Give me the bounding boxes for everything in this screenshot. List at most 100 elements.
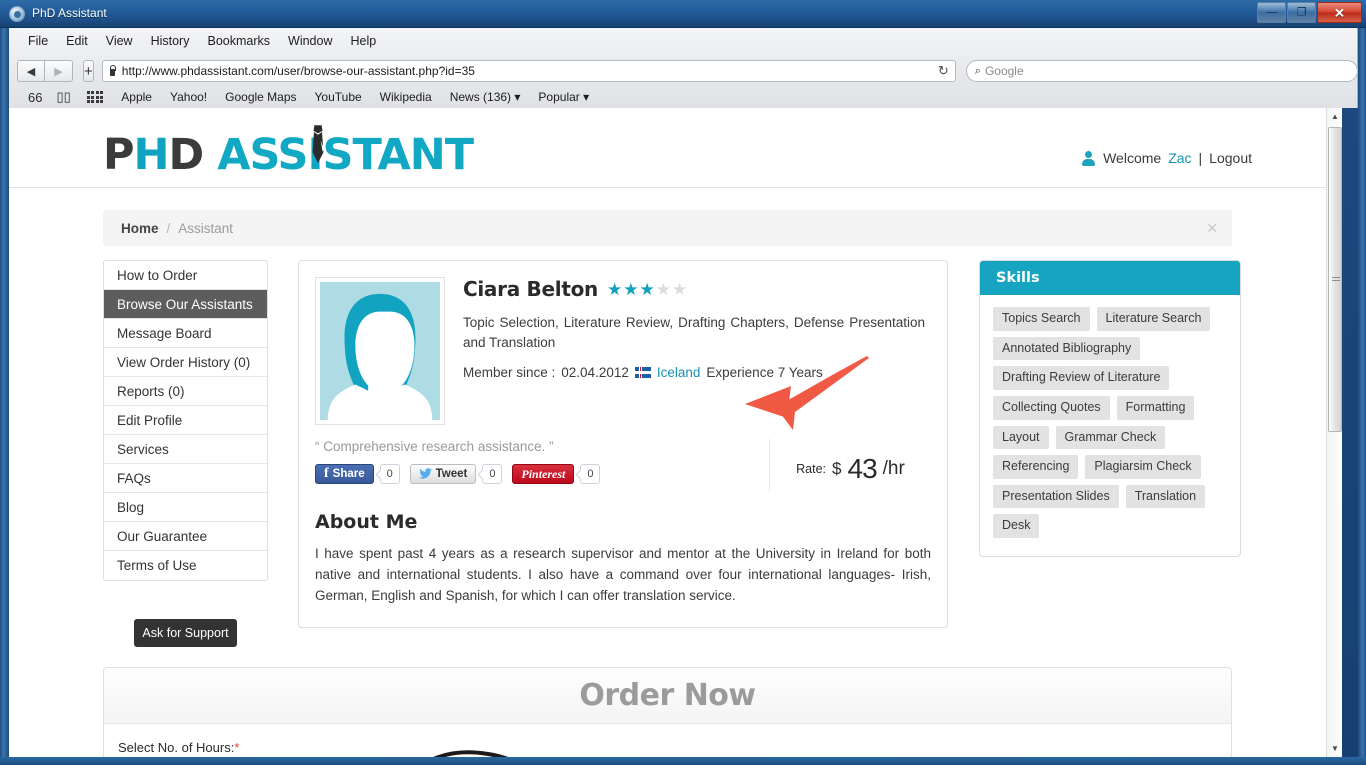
breadcrumb-close-icon[interactable]: ✕ (1206, 221, 1218, 235)
minimize-button[interactable]: — (1257, 2, 1286, 23)
quote-and-social: “ Comprehensive research assistance. ” f… (315, 439, 769, 484)
search-field[interactable]: ⌕ Google (965, 60, 1358, 82)
sidebar-item-services[interactable]: Services (104, 435, 267, 464)
bookmark-google-maps[interactable]: Google Maps (216, 90, 305, 104)
scroll-up-button[interactable]: ▲ (1327, 108, 1342, 125)
sidebar-item-edit-profile[interactable]: Edit Profile (104, 406, 267, 435)
skill-chip[interactable]: Topics Search (993, 307, 1090, 331)
menu-view[interactable]: View (97, 31, 142, 51)
menu-bookmarks[interactable]: Bookmarks (198, 31, 279, 51)
minimize-icon: — (1266, 6, 1277, 18)
forward-button[interactable]: ▶ (45, 60, 73, 82)
window-controls: — ❐ ✕ (1257, 2, 1362, 23)
search-icon: ⌕ (974, 64, 981, 77)
site-logo[interactable]: PHD ASSISTANT (103, 125, 474, 180)
close-window-button[interactable]: ✕ (1317, 2, 1362, 23)
logout-link[interactable]: Logout (1209, 150, 1252, 166)
order-now-box: Order Now Select No. of Hours:* (103, 667, 1232, 757)
facebook-icon: f (324, 466, 329, 481)
maximize-button[interactable]: ❐ (1287, 2, 1316, 23)
username-link[interactable]: Zac (1168, 150, 1191, 166)
book-icon[interactable]: ▯▯ (49, 89, 77, 105)
experience-text: Experience 7 Years (706, 365, 823, 381)
twitter-tweet-count: 0 (482, 464, 503, 484)
sidebar-item-blog[interactable]: Blog (104, 493, 267, 522)
page-scrollbar[interactable]: ▲ ▼ (1326, 108, 1342, 757)
skill-chip[interactable]: Grammar Check (1055, 425, 1166, 450)
bookmark-youtube[interactable]: YouTube (306, 90, 371, 104)
reload-icon[interactable]: ↻ (938, 63, 949, 79)
star-2-icon: ★ (623, 279, 639, 299)
twitter-share-group: Tweet 0 (409, 464, 503, 484)
menu-help[interactable]: Help (341, 31, 385, 51)
skill-chip[interactable]: Annotated Bibliography (993, 336, 1141, 361)
ask-for-support-button[interactable]: Ask for Support (134, 619, 237, 647)
left-column: How to Order Browse Our Assistants Messa… (103, 260, 268, 647)
bookmarks-bar: 66 ▯▯ Apple Yahoo! Google Maps YouTube W… (9, 86, 1357, 108)
sidebar-item-faqs[interactable]: FAQs (104, 464, 267, 493)
sidebar-item-reports[interactable]: Reports (0) (104, 377, 267, 406)
reader-glasses-icon[interactable]: 66 (21, 90, 49, 105)
skill-chip[interactable]: Layout (993, 425, 1049, 450)
sidebar-item-terms-of-use[interactable]: Terms of Use (104, 551, 267, 580)
sidebar-item-how-to-order[interactable]: How to Order (104, 261, 267, 290)
close-icon: ✕ (1334, 5, 1345, 20)
rate-unit: /hr (882, 458, 905, 479)
address-bar[interactable]: http://www.phdassistant.com/user/browse-… (101, 60, 956, 82)
skills-panel-title: Skills (980, 261, 1240, 295)
welcome-text: Welcome (1103, 150, 1162, 166)
menu-history[interactable]: History (142, 31, 199, 51)
menu-file[interactable]: File (19, 31, 57, 51)
skill-chip[interactable]: Collecting Quotes (993, 395, 1110, 420)
rate-currency: $ (832, 459, 842, 478)
rate-amount: 43 (847, 453, 878, 484)
skill-chip[interactable]: Presentation Slides (993, 484, 1119, 509)
new-tab-button[interactable]: + (83, 60, 94, 82)
menu-edit[interactable]: Edit (57, 31, 97, 51)
rate-label: Rate: (796, 462, 827, 476)
bookmark-popular[interactable]: Popular ▾ (529, 90, 598, 104)
welcome-separator: | (1198, 150, 1203, 166)
bookmark-apple[interactable]: Apple (112, 90, 161, 104)
scrollbar-thumb[interactable] (1328, 127, 1342, 432)
search-placeholder: Google (984, 64, 1024, 78)
pinterest-pin-button[interactable]: Pinterest (512, 464, 575, 484)
maximize-icon: ❐ (1296, 6, 1307, 18)
sidebar-item-message-board[interactable]: Message Board (104, 319, 267, 348)
star-4-icon: ★ (655, 279, 671, 299)
page-viewport: PHD ASSISTANT Welcome Zac | Logout Home … (9, 108, 1342, 757)
twitter-tweet-button[interactable]: Tweet (409, 464, 477, 484)
window-border-bottom (0, 757, 1366, 765)
back-button[interactable]: ◀ (17, 60, 45, 82)
skill-chip[interactable]: Drafting Review of Literature (993, 366, 1170, 390)
order-now-title: Order Now (104, 668, 1231, 724)
bookmark-yahoo[interactable]: Yahoo! (161, 90, 216, 104)
browser-chrome: File Edit View History Bookmarks Window … (8, 28, 1366, 108)
skill-chip[interactable]: Literature Search (1096, 307, 1211, 331)
window-border-left (0, 28, 9, 765)
navigation-toolbar: ◀ ▶ + http://www.phdassistant.com/user/b… (9, 50, 1366, 87)
iceland-flag-icon (634, 367, 651, 379)
breadcrumb-home[interactable]: Home (121, 221, 159, 236)
menu-window[interactable]: Window (279, 31, 341, 51)
bookmark-wikipedia[interactable]: Wikipedia (371, 90, 441, 104)
skill-chip[interactable]: Desk (993, 514, 1040, 538)
skill-chip[interactable]: Translation (1125, 484, 1206, 509)
nav-buttons: ◀ ▶ (17, 60, 73, 82)
facebook-share-button[interactable]: f Share (315, 464, 374, 484)
scroll-down-button[interactable]: ▼ (1327, 740, 1342, 757)
window-border-right (1358, 28, 1366, 765)
skill-chip[interactable]: Plagiarsim Check (1085, 455, 1201, 479)
sidebar-item-view-order-history[interactable]: View Order History (0) (104, 348, 267, 377)
country-link[interactable]: Iceland (657, 365, 701, 380)
sidebar-item-browse-our-assistants[interactable]: Browse Our Assistants (104, 290, 267, 319)
skill-chip[interactable]: Referencing (993, 455, 1079, 479)
skill-chip[interactable]: Formatting (1116, 395, 1195, 420)
bookmark-news[interactable]: News (136) ▾ (441, 90, 530, 104)
facebook-share-count: 0 (379, 464, 400, 484)
sidebar-item-our-guarantee[interactable]: Our Guarantee (104, 522, 267, 551)
skills-list: Topics Search Literature Search Annotate… (980, 295, 1240, 556)
assistant-meta: Member since : 02.04.2012 Iceland Experi… (463, 365, 931, 380)
menu-bar: File Edit View History Bookmarks Window … (9, 28, 1357, 54)
apps-grid-icon[interactable] (86, 91, 104, 103)
